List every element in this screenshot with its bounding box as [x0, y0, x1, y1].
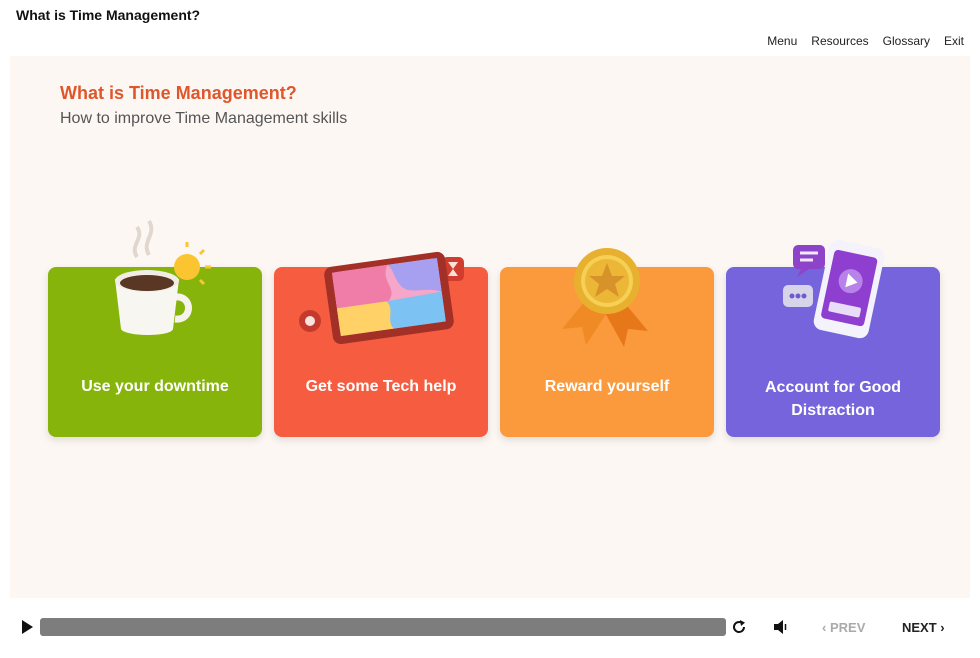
resources-link[interactable]: Resources [811, 34, 868, 48]
exit-link[interactable]: Exit [944, 34, 964, 48]
card-label: Reward yourself [544, 378, 670, 395]
chevron-right-icon: › [940, 620, 945, 635]
chevron-left-icon: ‹ [822, 620, 827, 635]
tablet-puzzle-icon [299, 251, 464, 345]
top-nav: Menu Resources Glossary Exit [767, 34, 964, 48]
card-label: Use your downtime [81, 378, 229, 395]
replay-icon[interactable] [731, 619, 747, 635]
player-controls: ‹ PREV NEXT › [0, 612, 980, 644]
smartphone-chat-icon [783, 239, 885, 339]
window-title: What is Time Management? [16, 7, 201, 23]
medal-badge-icon [562, 248, 648, 347]
card-label: Account for Good Distraction [765, 379, 901, 419]
prev-button[interactable]: ‹ PREV [822, 620, 865, 635]
slide-subheading: How to improve Time Management skills [60, 110, 348, 127]
seek-bar[interactable] [40, 618, 726, 636]
card-account-for-good-distraction[interactable]: Account for Good Distraction [726, 239, 940, 437]
card-reward-yourself[interactable]: Reward yourself [500, 248, 714, 437]
coffee-cup-sun-icon [115, 220, 211, 335]
card-get-some-tech-help[interactable]: Get some Tech help [274, 251, 488, 437]
slide-heading: What is Time Management? [60, 83, 297, 103]
play-icon[interactable] [22, 620, 33, 634]
prev-label: PREV [829, 620, 866, 635]
menu-link[interactable]: Menu [767, 34, 797, 48]
next-label: NEXT [902, 620, 937, 635]
glossary-link[interactable]: Glossary [883, 34, 930, 48]
next-button[interactable]: NEXT › [902, 620, 945, 635]
volume-icon[interactable] [773, 620, 789, 634]
slide-stage: What is Time Management? How to improve … [10, 56, 970, 598]
card-label: Get some Tech help [305, 378, 457, 395]
card-use-your-downtime[interactable]: Use your downtime [48, 220, 262, 437]
